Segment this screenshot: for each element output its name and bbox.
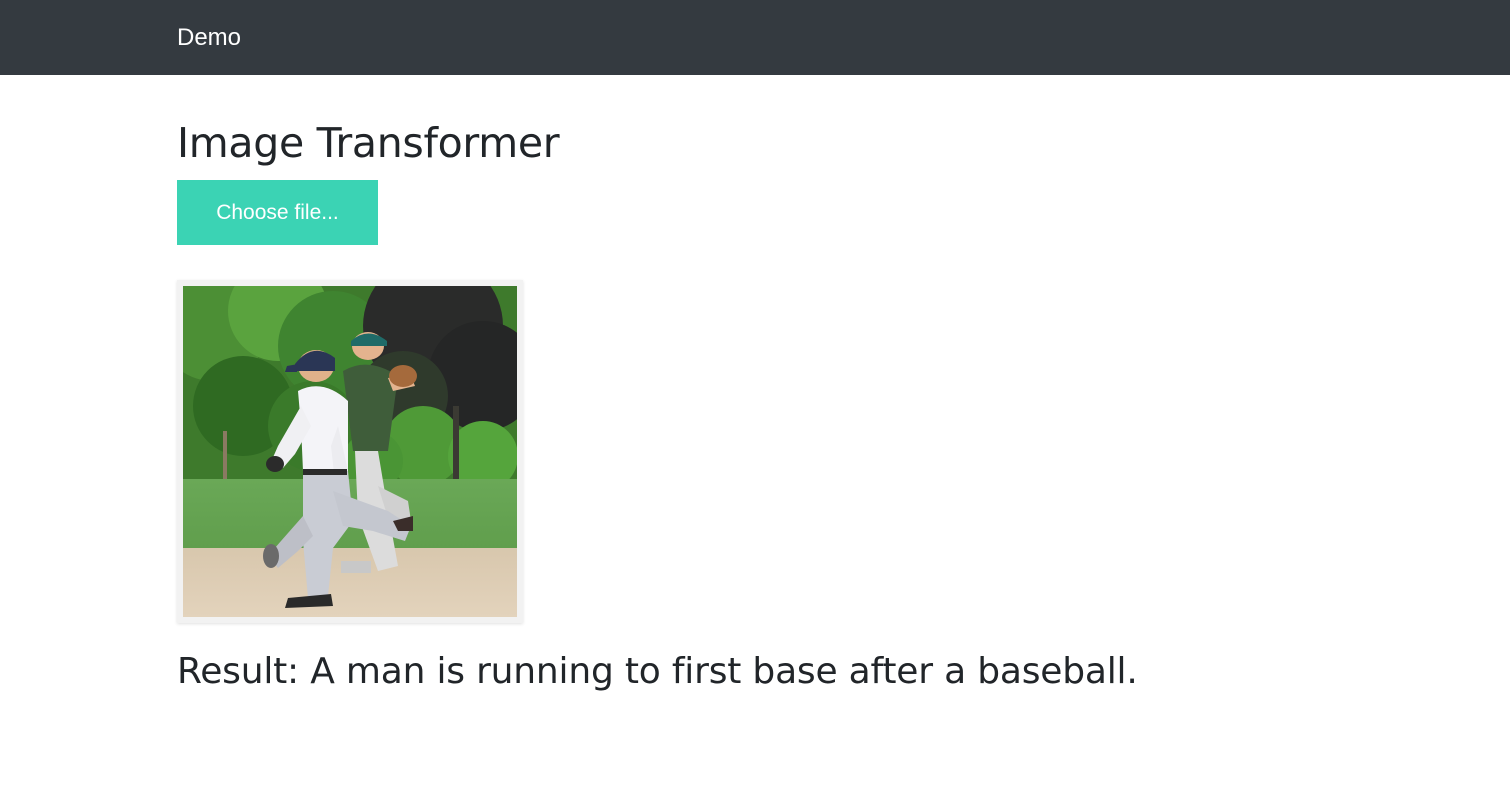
baseball-photo xyxy=(183,286,517,617)
result-caption: A man is running to first base after a b… xyxy=(310,651,1138,692)
image-preview xyxy=(177,280,523,623)
page-title: Image Transformer xyxy=(177,119,560,167)
main-content: Image Transformer Choose file... Result:… xyxy=(0,75,1510,692)
result-text: Result: A man is running to first base a… xyxy=(177,651,1510,692)
choose-file-button[interactable]: Choose file... xyxy=(177,180,378,245)
top-navbar: Demo xyxy=(0,0,1510,75)
navbar-brand[interactable]: Demo xyxy=(177,25,241,50)
result-label: Result: xyxy=(177,651,299,692)
